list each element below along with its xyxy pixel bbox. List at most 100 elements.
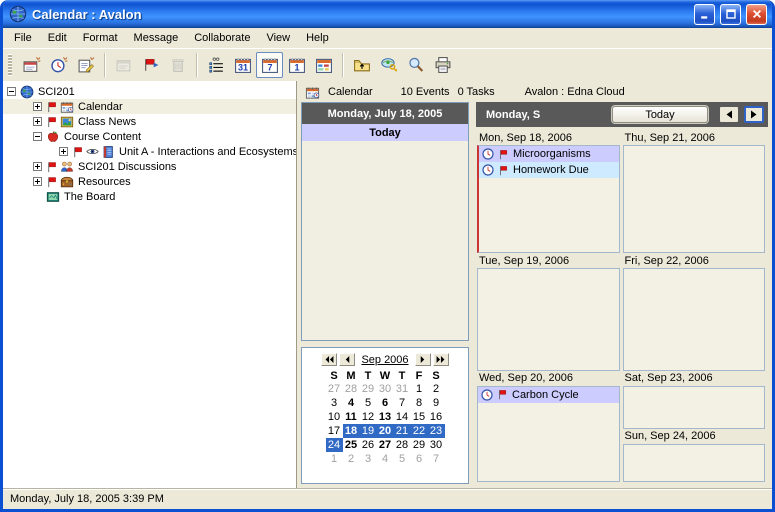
up-one-level-button[interactable] xyxy=(348,52,375,78)
tree-item-course-content[interactable]: Course Content xyxy=(3,129,296,144)
plus-expander-icon[interactable] xyxy=(33,177,42,186)
mini-day-25[interactable]: 25 xyxy=(343,438,360,452)
month-view-button[interactable]: 31 xyxy=(229,52,256,78)
event-carbon-cycle[interactable]: Carbon Cycle xyxy=(478,387,619,403)
close-button[interactable] xyxy=(746,4,767,25)
menu-edit[interactable]: Edit xyxy=(40,29,75,47)
mini-day-1[interactable]: 1 xyxy=(326,452,343,466)
mini-day-13[interactable]: 13 xyxy=(377,410,394,424)
mini-day-29[interactable]: 29 xyxy=(411,438,428,452)
mini-day-10[interactable]: 10 xyxy=(326,410,343,424)
tree-item-class-news[interactable]: Class News xyxy=(3,114,296,129)
mini-day-5[interactable]: 5 xyxy=(394,452,411,466)
prev-year-button[interactable] xyxy=(321,353,337,366)
mini-day-29[interactable]: 29 xyxy=(360,382,377,396)
mini-day-20[interactable]: 20 xyxy=(377,424,394,438)
mini-day-1[interactable]: 1 xyxy=(411,382,428,396)
plus-expander-icon[interactable] xyxy=(33,102,42,111)
day-cell-thu-sep-21-2006[interactable] xyxy=(623,145,766,253)
menu-file[interactable]: File xyxy=(6,29,40,47)
mini-day-30[interactable]: 30 xyxy=(377,382,394,396)
new-event-button[interactable] xyxy=(18,52,45,78)
today-button[interactable]: Today xyxy=(612,106,708,123)
mini-day-28[interactable]: 28 xyxy=(343,382,360,396)
mini-day-2[interactable]: 2 xyxy=(428,382,445,396)
mini-day-27[interactable]: 27 xyxy=(326,382,343,396)
print-button[interactable] xyxy=(429,52,456,78)
mini-day-11[interactable]: 11 xyxy=(343,410,360,424)
mini-day-14[interactable]: 14 xyxy=(394,410,411,424)
tree-item-sci201-discussions[interactable]: SCI201 Discussions xyxy=(3,159,296,174)
mini-day-18[interactable]: 18 xyxy=(343,424,360,438)
event-list-view-button[interactable] xyxy=(202,52,229,78)
menu-view[interactable]: View xyxy=(258,29,298,47)
search-button[interactable] xyxy=(402,52,429,78)
tree-item-sci201[interactable]: SCI201 xyxy=(3,84,296,99)
event-microorganisms[interactable]: Microorganisms xyxy=(479,146,619,162)
minimize-button[interactable] xyxy=(694,4,715,25)
plus-expander-icon[interactable] xyxy=(33,162,42,171)
menu-help[interactable]: Help xyxy=(298,29,337,47)
next-week-button[interactable] xyxy=(744,106,764,123)
mini-day-21[interactable]: 21 xyxy=(394,424,411,438)
permissions-button[interactable] xyxy=(375,52,402,78)
day-cell-sat-sep-23-2006[interactable] xyxy=(623,386,766,429)
mini-day-3[interactable]: 3 xyxy=(326,396,343,410)
mini-day-17[interactable]: 17 xyxy=(326,424,343,438)
day-view-body[interactable] xyxy=(302,141,468,340)
menu-format[interactable]: Format xyxy=(75,29,126,47)
prev-month-button[interactable] xyxy=(339,353,355,366)
multi-week-view-button[interactable] xyxy=(310,52,337,78)
mini-day-24[interactable]: 24 xyxy=(326,438,343,452)
mini-day-2[interactable]: 2 xyxy=(343,452,360,466)
mini-day-7[interactable]: 7 xyxy=(428,452,445,466)
mini-day-22[interactable]: 22 xyxy=(411,424,428,438)
minus-expander-icon[interactable] xyxy=(7,87,16,96)
plus-expander-icon[interactable] xyxy=(59,147,68,156)
tree-item-unit-a-interactions-and-ecosystems[interactable]: Unit A - Interactions and Ecosystems xyxy=(3,144,296,159)
menu-message[interactable]: Message xyxy=(126,29,187,47)
new-entry-button[interactable] xyxy=(72,52,99,78)
tree-item-the-board[interactable]: The Board xyxy=(3,189,296,204)
day-cell-tue-sep-19-2006[interactable] xyxy=(477,268,620,370)
mini-day-28[interactable]: 28 xyxy=(394,438,411,452)
mini-day-4[interactable]: 4 xyxy=(377,452,394,466)
previous-week-button[interactable] xyxy=(719,106,739,123)
menu-collaborate[interactable]: Collaborate xyxy=(186,29,258,47)
day-view-button[interactable]: 1 xyxy=(283,52,310,78)
mini-day-31[interactable]: 31 xyxy=(394,382,411,396)
tree-item-resources[interactable]: Resources xyxy=(3,174,296,189)
day-view-today-bar[interactable]: Today xyxy=(302,124,468,141)
mini-day-5[interactable]: 5 xyxy=(360,396,377,410)
mini-day-19[interactable]: 19 xyxy=(360,424,377,438)
day-cell-sun-sep-24-2006[interactable] xyxy=(623,444,766,482)
mini-calendar-month-label[interactable]: Sep 2006 xyxy=(361,354,408,366)
mini-day-26[interactable]: 26 xyxy=(360,438,377,452)
day-cell-fri-sep-22-2006[interactable] xyxy=(623,268,766,370)
mini-day-7[interactable]: 7 xyxy=(394,396,411,410)
mini-day-3[interactable]: 3 xyxy=(360,452,377,466)
flag-message-button[interactable] xyxy=(137,52,164,78)
mini-day-30[interactable]: 30 xyxy=(428,438,445,452)
tree-item-calendar[interactable]: Calendar xyxy=(3,99,296,114)
day-cell-mon-sep-18-2006[interactable]: MicroorganismsHomework Due xyxy=(477,145,620,253)
day-cell-wed-sep-20-2006[interactable]: Carbon Cycle xyxy=(477,386,620,482)
mini-day-15[interactable]: 15 xyxy=(411,410,428,424)
toolbar-grip[interactable] xyxy=(8,54,12,76)
mini-day-23[interactable]: 23 xyxy=(428,424,445,438)
week-view-button[interactable]: 7 xyxy=(256,52,283,78)
new-appointment-button[interactable] xyxy=(45,52,72,78)
mini-day-8[interactable]: 8 xyxy=(411,396,428,410)
mini-day-6[interactable]: 6 xyxy=(411,452,428,466)
mini-day-12[interactable]: 12 xyxy=(360,410,377,424)
mini-day-9[interactable]: 9 xyxy=(428,396,445,410)
next-year-button[interactable] xyxy=(433,353,449,366)
mini-day-16[interactable]: 16 xyxy=(428,410,445,424)
next-month-button[interactable] xyxy=(415,353,431,366)
mini-day-6[interactable]: 6 xyxy=(377,396,394,410)
maximize-button[interactable] xyxy=(720,4,741,25)
minus-expander-icon[interactable] xyxy=(33,132,42,141)
plus-expander-icon[interactable] xyxy=(33,117,42,126)
mini-day-4[interactable]: 4 xyxy=(343,396,360,410)
mini-day-27[interactable]: 27 xyxy=(377,438,394,452)
